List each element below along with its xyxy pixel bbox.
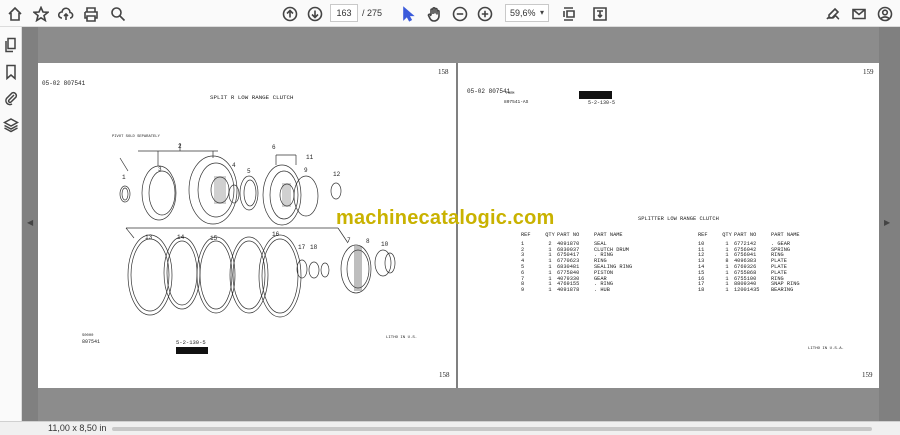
mail-icon[interactable]: [848, 3, 870, 24]
status-bar: 11,00 x 8,50 in: [0, 421, 900, 435]
callout-16: 16: [272, 231, 280, 238]
callout-18: 18: [310, 244, 318, 251]
scroll-right-arrow-icon[interactable]: ▶: [884, 218, 890, 227]
chevron-down-icon[interactable]: ▾: [540, 8, 544, 17]
redaction-bar-right: [579, 91, 612, 99]
page-gutter-bottom: [38, 388, 879, 421]
select-cursor-icon[interactable]: [397, 3, 419, 24]
callout-17: 17: [298, 244, 306, 251]
parts-table-right: REF QTY PART NO PART NAME 10 1 6772142. GEAR …: [698, 232, 831, 294]
right-page-form: FORM: [506, 92, 515, 96]
fit-page-icon[interactable]: [558, 3, 580, 24]
footer-ref-top: S0000: [82, 334, 94, 338]
home-icon[interactable]: [4, 3, 26, 24]
pages-panel-icon[interactable]: [3, 37, 19, 53]
print-icon[interactable]: [80, 3, 102, 24]
watermark-text: machinecatalogic.com: [336, 207, 555, 229]
horizontal-scrollbar[interactable]: [112, 427, 872, 431]
right-page-header: 05-02 807541: [467, 88, 511, 95]
page-gutter-top: [38, 27, 879, 63]
left-tool-sidebar: [0, 27, 22, 421]
footer-ref-bottom: 807541: [82, 339, 101, 345]
table-header: REF QTY PART NO PART NAME: [521, 232, 623, 238]
callout-6: 6: [272, 144, 276, 151]
callout-4: 4: [232, 162, 236, 169]
table-row: 9 1 4091878. HUB: [521, 287, 610, 294]
callout-7: 7: [347, 237, 351, 244]
next-page-icon[interactable]: [304, 3, 326, 24]
right-footer-litho: LITHO IN U.S.A.: [808, 347, 845, 351]
callout-14: 14: [177, 234, 185, 241]
account-icon[interactable]: [874, 3, 896, 24]
callout-10: 10: [381, 241, 389, 248]
zoom-out-icon[interactable]: [449, 3, 471, 24]
pdf-toolbar: 163 / 275 59,6% ▾: [0, 0, 900, 27]
bookmark-star-icon[interactable]: [30, 3, 52, 24]
callout-12: 12: [333, 171, 341, 178]
page-number-input[interactable]: 163: [330, 4, 358, 22]
left-page-number-bottom: 158: [439, 371, 450, 379]
callout-5: 5: [247, 168, 251, 175]
scroll-left-arrow-icon[interactable]: ◀: [27, 218, 33, 227]
bookmarks-panel-icon[interactable]: [3, 64, 19, 81]
footer-code: 5-2-130-5: [176, 339, 206, 346]
attachments-panel-icon[interactable]: [3, 90, 19, 106]
table-header: REF QTY PART NO PART NAME: [698, 232, 800, 238]
previous-page-icon[interactable]: [279, 3, 301, 24]
right-page-sub: 807541-AS: [504, 100, 529, 105]
parts-table-title: SPLITTER LOW RANGE CLUTCH: [638, 216, 719, 222]
callout-9: 9: [304, 167, 308, 174]
callout-3: 3: [158, 166, 162, 173]
callout-11: 11: [306, 154, 314, 161]
footer-litho: LITHO IN U.S.: [386, 336, 418, 340]
callout-15: 15: [210, 235, 218, 242]
form-fill-icon[interactable]: [589, 3, 611, 24]
cloud-upload-icon[interactable]: [55, 3, 77, 24]
layers-panel-icon[interactable]: [2, 117, 20, 133]
right-page-code: 5-2-130-5: [588, 100, 616, 106]
table-row: 18 1 12001435 BEARING: [698, 287, 794, 294]
hand-tool-icon[interactable]: [423, 3, 445, 24]
callout-8: 8: [366, 238, 370, 245]
callout-13: 13: [145, 234, 153, 241]
page-size-label: 11,00 x 8,50 in: [48, 423, 107, 433]
search-icon[interactable]: [107, 3, 129, 24]
parts-table-left: REF QTY PART NO PART NAME 1 2 4091870 SEAL 216…: [521, 232, 654, 294]
zoom-in-icon[interactable]: [474, 3, 496, 24]
right-page-number-bottom: 159: [862, 371, 873, 379]
callout-1: 1: [122, 174, 126, 181]
redaction-bar: [176, 347, 208, 354]
page-total-label: / 275: [362, 8, 383, 18]
sign-icon[interactable]: [822, 3, 844, 24]
right-page-number-top: 159: [863, 68, 874, 76]
callout-2: 2: [178, 143, 182, 150]
